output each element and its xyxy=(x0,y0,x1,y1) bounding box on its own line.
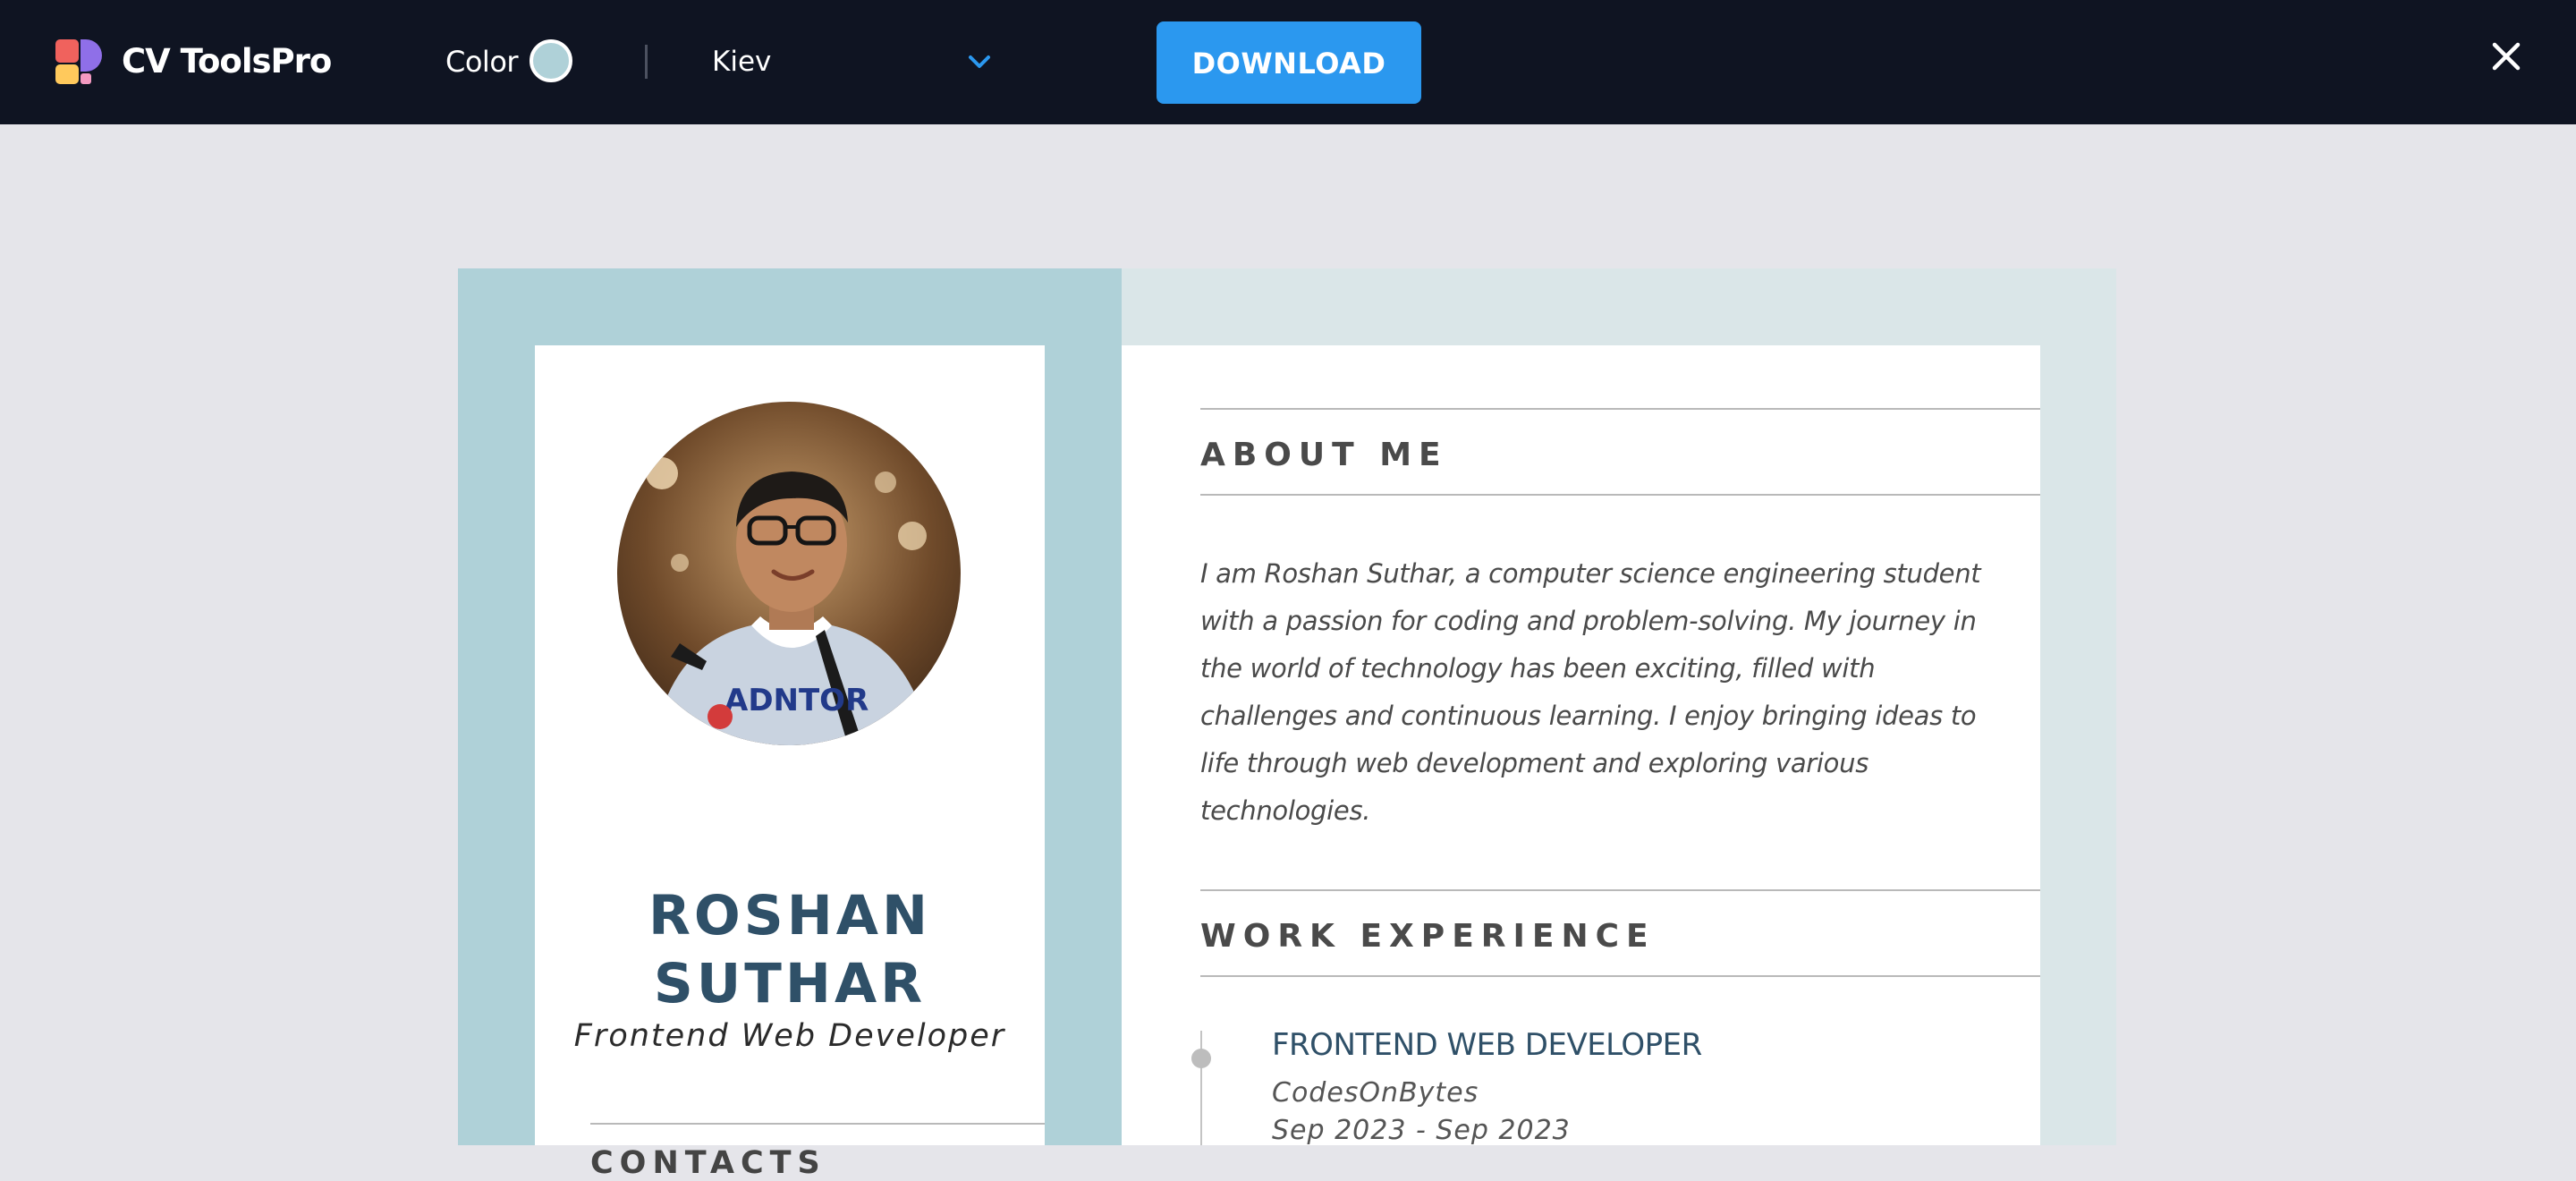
template-select[interactable]: Kiev xyxy=(698,36,993,88)
work-dates: Sep 2023 - Sep 2023 xyxy=(1272,1115,1571,1146)
about-divider-top xyxy=(1200,408,2040,410)
toolbar-divider xyxy=(645,45,648,79)
download-button[interactable]: DOWNLOAD xyxy=(1157,21,1421,104)
color-picker-swatch[interactable] xyxy=(530,39,572,82)
contacts-divider xyxy=(590,1123,1045,1125)
resume-sidebar: ADNTOR ROSHAN SUTHAR Frontend Web Develo… xyxy=(535,345,1045,1181)
about-text: I am Roshan Suthar, a computer science e… xyxy=(1200,558,1981,826)
contacts-heading: CONTACTS xyxy=(590,1145,826,1181)
resume-first-name: ROSHAN xyxy=(648,884,932,947)
svg-text:ADNTOR: ADNTOR xyxy=(724,683,869,718)
work-divider-top xyxy=(1200,889,2040,891)
work-heading: WORK EXPERIENCE xyxy=(1200,918,1656,955)
color-label: Color xyxy=(445,45,519,79)
resume-job-title: Frontend Web Developer xyxy=(573,1018,1006,1054)
about-heading: ABOUT ME xyxy=(1200,437,1448,473)
close-icon[interactable] xyxy=(2489,39,2523,73)
work-role: FRONTEND WEB DEVELOPER xyxy=(1272,1027,1702,1063)
about-divider-bottom xyxy=(1200,494,2040,496)
chevron-down-icon xyxy=(969,55,990,68)
app-logo-icon xyxy=(55,39,102,84)
timeline-dot xyxy=(1191,1049,1211,1068)
avatar: ADNTOR xyxy=(617,402,961,745)
resume-main: ABOUT ME I am Roshan Suthar, a computer … xyxy=(1122,345,2040,1146)
resume-last-name: SUTHAR xyxy=(653,952,927,1015)
work-divider-bottom xyxy=(1200,975,2040,977)
app-title: CV ToolsPro xyxy=(122,42,332,81)
resume-name: ROSHAN SUTHAR xyxy=(535,882,1045,1018)
top-toolbar: CV ToolsPro Color Kiev DOWNLOAD xyxy=(0,0,2576,124)
work-company: CodesOnBytes xyxy=(1272,1077,1479,1109)
resume-preview: ADNTOR ROSHAN SUTHAR Frontend Web Develo… xyxy=(458,268,2116,1181)
template-select-value: Kiev xyxy=(712,46,772,78)
